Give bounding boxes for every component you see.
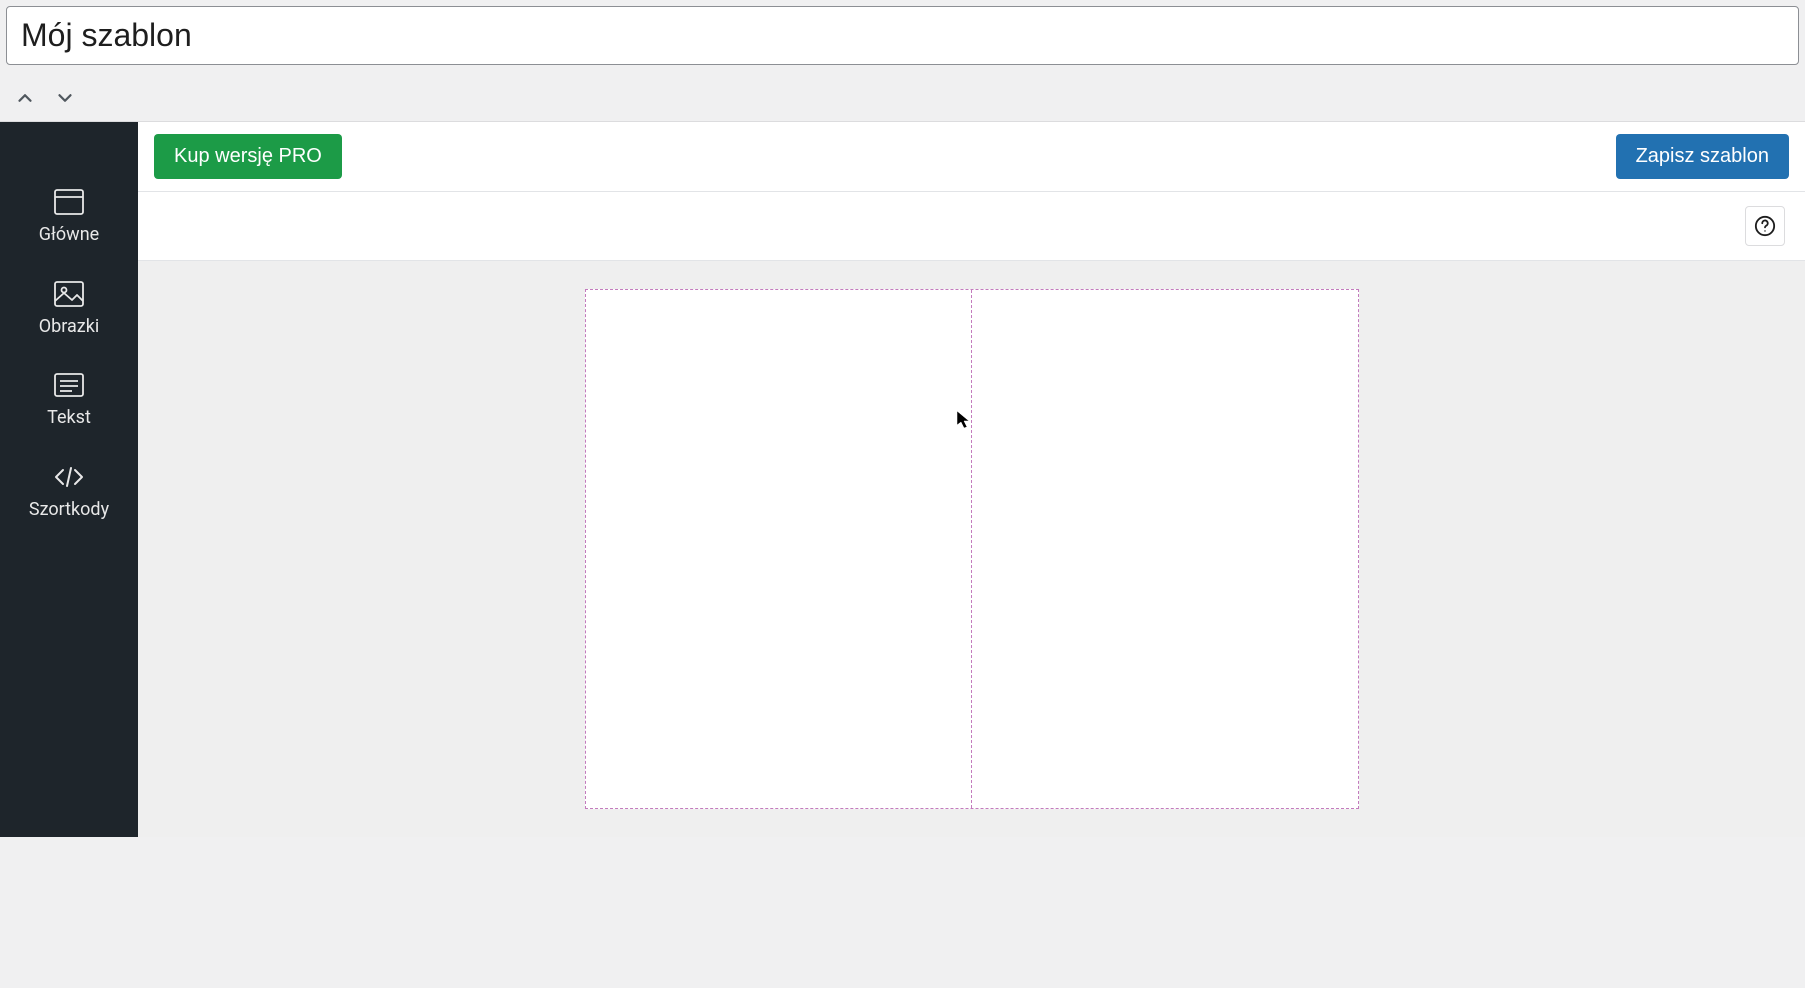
buy-pro-button[interactable]: Kup wersję PRO: [154, 134, 342, 179]
code-icon: [53, 463, 85, 491]
chevron-up-icon: [14, 87, 36, 109]
move-down-button[interactable]: [52, 85, 78, 111]
drop-column-right[interactable]: [972, 290, 1358, 808]
help-button[interactable]: [1745, 206, 1785, 246]
sidebar-item-shortcodes[interactable]: Szortkody: [0, 447, 138, 539]
save-template-button[interactable]: Zapisz szablon: [1616, 134, 1789, 179]
sidebar-item-images[interactable]: Obrazki: [0, 264, 138, 356]
content-area: Kup wersję PRO Zapisz szablon: [138, 122, 1805, 837]
image-icon: [54, 280, 84, 308]
sidebar-item-label: Obrazki: [39, 316, 99, 338]
template-title-input[interactable]: [6, 6, 1799, 65]
drop-column-left[interactable]: [586, 290, 972, 808]
help-icon: [1754, 215, 1776, 237]
sidebar-item-main[interactable]: Główne: [0, 172, 138, 264]
arrow-toolbar: [0, 71, 1805, 121]
title-bar: [0, 0, 1805, 71]
text-icon: [54, 371, 84, 399]
sidebar-item-label: Tekst: [47, 407, 91, 429]
sidebar: Główne Obrazki Tekst: [0, 122, 138, 837]
canvas: [138, 261, 1805, 837]
sidebar-item-text[interactable]: Tekst: [0, 355, 138, 447]
sidebar-item-label: Główne: [39, 224, 99, 246]
secondary-bar: [138, 192, 1805, 261]
editor-wrapper: Główne Obrazki Tekst: [0, 121, 1805, 837]
topbar: Kup wersję PRO Zapisz szablon: [138, 122, 1805, 192]
chevron-down-icon: [54, 87, 76, 109]
drop-zone[interactable]: [585, 289, 1359, 809]
move-up-button[interactable]: [12, 85, 38, 111]
window-icon: [54, 188, 84, 216]
sidebar-item-label: Szortkody: [29, 499, 109, 521]
